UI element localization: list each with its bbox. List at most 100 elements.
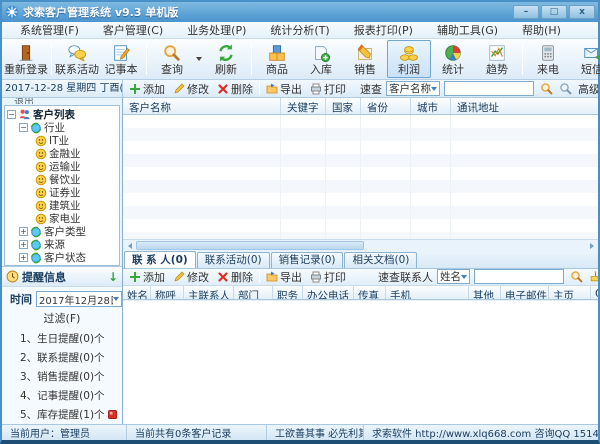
column-customer-name[interactable]: 客户名称 — [123, 98, 281, 114]
customer-table-body[interactable] — [123, 115, 598, 239]
column-other[interactable]: 其他 — [469, 286, 501, 299]
menu-report[interactable]: 报表打印(P) — [342, 22, 425, 38]
date-quicksearch-row: 2017-12-28 星期四 丁酉(鸡)年 添加 修改 删除 导出 打印 — [2, 80, 598, 98]
refresh-icon — [216, 43, 236, 63]
menu-system[interactable]: 系统管理(F) — [8, 22, 91, 38]
close-button[interactable]: x — [569, 5, 595, 19]
maximize-button[interactable]: □ — [541, 5, 567, 19]
inbound-button[interactable]: 入库 — [299, 40, 343, 78]
reminder-item-birthday[interactable]: 1、生日提醒(0)个 — [2, 329, 122, 348]
customer-toolbar: 添加 修改 删除 导出 打印 速查 客户名称 — [123, 80, 598, 97]
magnifier-icon — [162, 43, 182, 63]
main-area: 客户名称 关键字 国家 省份 城市 通讯地址 — [123, 98, 598, 424]
collapse-icon[interactable]: − — [19, 123, 28, 132]
reminder-time-row: 时间 2017年12月28日 — [2, 287, 122, 311]
expand-icon[interactable]: + — [19, 253, 28, 262]
column-office-phone[interactable]: 办公电话 — [303, 286, 354, 299]
tab-contacts[interactable]: 联 系 人(0) — [124, 251, 196, 268]
search-icon[interactable] — [570, 270, 583, 283]
incoming-call-button[interactable]: 来电 — [526, 40, 570, 78]
menu-help[interactable]: 帮助(H) — [510, 22, 573, 38]
expand-icon[interactable]: + — [19, 227, 28, 236]
contact-activity-button[interactable]: 联系活动 — [55, 40, 99, 78]
advanced-search-link[interactable]: 高级速查 — [578, 81, 598, 97]
customer-table-header: 客户名称 关键字 国家 省份 城市 通讯地址 — [123, 98, 598, 115]
refresh-button[interactable]: 刷新 — [204, 40, 248, 78]
profit-button[interactable]: 利润 — [387, 40, 431, 78]
scrollbar-thumb[interactable] — [136, 241, 364, 250]
goods-button[interactable]: 商品 — [255, 40, 299, 78]
sales-button[interactable]: 销售 — [343, 40, 387, 78]
column-fax[interactable]: 传真 — [354, 286, 386, 299]
query-button[interactable]: 查询 — [150, 40, 194, 78]
contact-table-body[interactable] — [123, 300, 598, 425]
chat-icon — [67, 43, 87, 63]
customer-edit-button[interactable]: 修改 — [169, 81, 213, 97]
customer-add-button[interactable]: 添加 — [125, 81, 169, 97]
search-icon[interactable] — [540, 82, 553, 95]
reminder-item-notes[interactable]: 4、记事提醒(0)个 — [2, 386, 122, 405]
statistics-button[interactable]: 统计 — [431, 40, 475, 78]
time-label: 时间 — [10, 291, 32, 307]
quick-search-field-select[interactable]: 客户名称 — [386, 81, 440, 96]
column-department[interactable]: 部门 — [234, 286, 273, 299]
arrow-down-icon[interactable]: ↓ — [108, 270, 118, 284]
status-vendor-info: 求索软件 http://www.xlq668.com 咨询QQ 15147703… — [364, 425, 598, 440]
tab-related-docs[interactable]: 相关文档(0) — [344, 252, 417, 268]
contact-quick-field-select[interactable]: 姓名 — [437, 269, 470, 284]
contact-edit-button[interactable]: 修改 — [169, 269, 213, 285]
chevron-down-icon — [431, 87, 437, 91]
column-keyword[interactable]: 关键字 — [281, 98, 326, 114]
contact-print-button[interactable]: 打印 — [306, 269, 350, 285]
column-province[interactable]: 省份 — [361, 98, 411, 114]
query-dropdown-arrow-icon[interactable] — [196, 57, 202, 61]
contact-add-button[interactable]: 添加 — [125, 269, 169, 285]
customer-export-button[interactable]: 导出 — [262, 81, 306, 97]
sms-button[interactable]: 短信 — [570, 40, 600, 78]
notepad-button[interactable]: 记事本 — [99, 40, 143, 78]
expand-icon[interactable]: + — [19, 240, 28, 249]
column-country[interactable]: 国家 — [326, 98, 361, 114]
column-address[interactable]: 通讯地址 — [451, 98, 598, 114]
scroll-right-icon[interactable] — [585, 239, 598, 252]
reminder-item-contact[interactable]: 2、联系提醒(0)个 — [2, 348, 122, 367]
search-all-icon[interactable] — [559, 82, 572, 95]
menu-customer[interactable]: 客户管理(C) — [91, 22, 175, 38]
menu-stats[interactable]: 统计分析(T) — [258, 22, 341, 38]
smiley-coin-icon — [35, 187, 47, 199]
reminder-date-select[interactable]: 2017年12月28日 — [36, 291, 122, 307]
column-salutation[interactable]: 称呼 — [151, 286, 184, 299]
filter-link[interactable]: 过滤(F) — [2, 311, 122, 329]
minimize-button[interactable]: – — [513, 5, 539, 19]
smiley-coin-icon — [35, 174, 47, 186]
tab-sales-records[interactable]: 销售记录(0) — [271, 252, 344, 268]
status-current-user: 当前用户：管理员 — [2, 425, 127, 440]
collapse-icon[interactable]: − — [7, 110, 16, 119]
column-mobile[interactable]: 手机 — [386, 286, 469, 299]
column-city[interactable]: 城市 — [411, 98, 451, 114]
column-position[interactable]: 职务 — [273, 286, 303, 299]
reminder-item-inventory[interactable]: 5、库存提醒(1)个 — [2, 405, 122, 424]
customer-print-button[interactable]: 打印 — [306, 81, 350, 97]
tab-contact-activity[interactable]: 联系活动(0) — [197, 252, 270, 268]
column-main-contact[interactable]: 主联系人 — [184, 286, 234, 299]
birthday-cake-icon[interactable] — [589, 270, 598, 283]
menu-tools[interactable]: 辅助工具(G) — [425, 22, 510, 38]
column-name[interactable]: 姓名 — [123, 286, 151, 299]
column-homepage[interactable]: 主页 — [549, 286, 591, 299]
contact-export-button[interactable]: 导出 — [262, 269, 306, 285]
column-qq[interactable]: QQ — [591, 286, 598, 299]
trend-button[interactable]: 趋势 — [475, 40, 519, 78]
quick-search-input[interactable] — [444, 81, 534, 96]
column-email[interactable]: 电子邮件 — [501, 286, 549, 299]
menu-business[interactable]: 业务处理(P) — [175, 22, 258, 38]
horizontal-scrollbar[interactable] — [123, 239, 598, 252]
coins-icon — [399, 43, 419, 63]
customer-delete-button[interactable]: 删除 — [213, 81, 257, 97]
relogin-button[interactable]: 重新登录 — [4, 40, 48, 78]
contact-delete-button[interactable]: 删除 — [213, 269, 257, 285]
contact-quick-search-input[interactable] — [474, 269, 564, 284]
envelope-icon — [582, 43, 600, 63]
window-title: 求索客户管理系统 v9.3 单机版 — [23, 4, 511, 20]
reminder-item-sales[interactable]: 3、销售提醒(0)个 — [2, 367, 122, 386]
